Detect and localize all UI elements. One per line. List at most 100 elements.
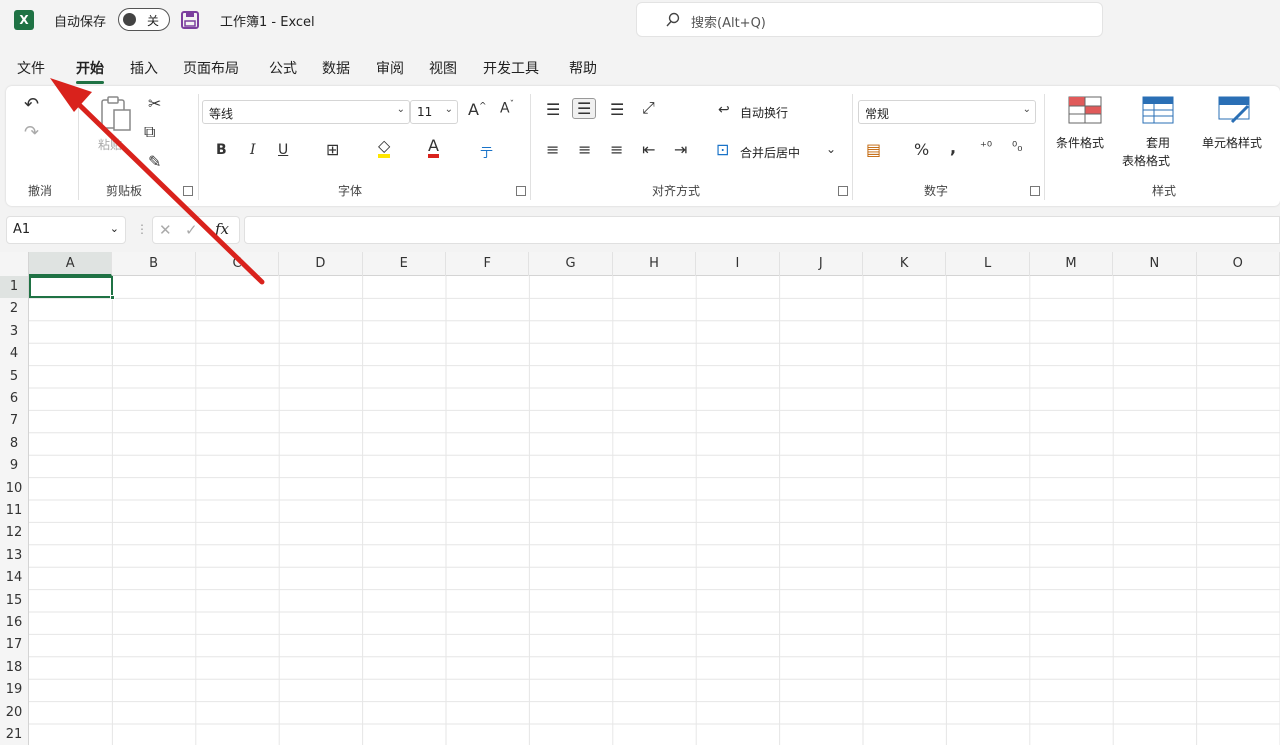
row-header-4[interactable]: 4	[0, 343, 29, 366]
column-header-i[interactable]: I	[696, 252, 780, 276]
tab-home[interactable]: 开始	[76, 58, 104, 84]
row-header-8[interactable]: 8	[0, 432, 29, 456]
row-header-20[interactable]: 20	[0, 701, 29, 724]
column-header-m[interactable]: M	[1030, 252, 1114, 276]
align-center-icon[interactable]: ≡	[578, 140, 591, 159]
row-header-10[interactable]: 10	[0, 477, 29, 500]
cancel-icon[interactable]: ✕	[159, 221, 172, 239]
row-header-18[interactable]: 18	[0, 656, 29, 680]
row-header-5[interactable]: 5	[0, 365, 29, 388]
row-header-21[interactable]: 21	[0, 724, 29, 745]
redo-icon[interactable]: ↷	[24, 122, 39, 143]
decrease-decimal-icon[interactable]: ⁰₀	[1012, 140, 1022, 155]
format-table-label-2[interactable]: 表格格式	[1122, 152, 1170, 169]
align-right-icon[interactable]: ≡	[610, 140, 623, 159]
number-format-select[interactable]: 常规 ⌄	[858, 100, 1036, 124]
row-header-11[interactable]: 11	[0, 500, 29, 523]
increase-decimal-icon[interactable]: ⁺⁰	[980, 140, 992, 155]
format-painter-icon[interactable]: ✎	[148, 152, 161, 171]
column-header-g[interactable]: G	[529, 252, 613, 276]
font-color-icon[interactable]: A	[428, 138, 439, 158]
alignment-launcher-icon[interactable]	[838, 186, 848, 196]
tab-help[interactable]: 帮助	[569, 58, 597, 78]
column-header-j[interactable]: J	[780, 252, 863, 276]
italic-button[interactable]: I	[250, 142, 256, 158]
row-header-14[interactable]: 14	[0, 567, 29, 590]
format-table-label-1[interactable]: 套用	[1146, 134, 1170, 151]
wrap-text-button[interactable]: 自动换行	[740, 104, 788, 121]
phonetic-icon[interactable]: 亍	[480, 142, 493, 161]
underline-button[interactable]: U	[278, 142, 288, 158]
cut-icon[interactable]: ✂	[148, 94, 161, 113]
column-header-e[interactable]: E	[363, 252, 446, 276]
comma-button[interactable]: ,	[950, 138, 956, 157]
column-header-a[interactable]: A	[29, 252, 113, 276]
cell-styles-icon[interactable]	[1218, 96, 1252, 124]
conditional-format-icon[interactable]	[1068, 96, 1102, 124]
number-launcher-icon[interactable]	[1030, 186, 1040, 196]
increase-font-icon[interactable]: A^	[468, 100, 487, 119]
column-header-n[interactable]: N	[1113, 252, 1197, 276]
paste-icon[interactable]	[96, 94, 136, 134]
column-header-d[interactable]: D	[279, 252, 363, 276]
column-header-o[interactable]: O	[1197, 252, 1280, 276]
formula-bar-drag-handle[interactable]: ⋮	[136, 222, 148, 236]
bold-button[interactable]: B	[216, 142, 227, 158]
row-header-17[interactable]: 17	[0, 634, 29, 657]
undo-icon[interactable]: ↶	[24, 94, 39, 115]
tab-view[interactable]: 视图	[429, 58, 457, 78]
currency-icon[interactable]: ▤	[866, 140, 881, 159]
enter-icon[interactable]: ✓	[185, 221, 198, 239]
increase-indent-icon[interactable]: ⇥	[674, 140, 687, 159]
tab-review[interactable]: 审阅	[376, 58, 404, 78]
font-name-select[interactable]: 等线 ⌄	[202, 100, 410, 124]
tab-page-layout[interactable]: 页面布局	[183, 58, 239, 78]
tab-formulas[interactable]: 公式	[269, 58, 297, 78]
cell-area[interactable]	[29, 276, 1280, 745]
row-header-19[interactable]: 19	[0, 679, 29, 702]
percent-button[interactable]: %	[914, 140, 929, 159]
format-as-table-icon[interactable]	[1142, 96, 1176, 124]
row-header-16[interactable]: 16	[0, 612, 29, 635]
fill-color-icon[interactable]: ◇	[378, 138, 391, 158]
column-header-h[interactable]: H	[613, 252, 697, 276]
save-icon[interactable]	[180, 10, 200, 30]
align-bottom-icon[interactable]: ☰	[610, 100, 624, 119]
autosave-toggle[interactable]: 关	[118, 8, 170, 31]
row-header-12[interactable]: 12	[0, 522, 29, 545]
column-header-l[interactable]: L	[946, 252, 1030, 276]
font-size-select[interactable]: 11 ⌄	[410, 100, 458, 124]
font-launcher-icon[interactable]	[516, 186, 526, 196]
row-header-15[interactable]: 15	[0, 589, 29, 612]
search-box[interactable]: 搜索(Alt+Q)	[636, 2, 1103, 37]
fill-handle[interactable]	[110, 295, 115, 300]
row-header-6[interactable]: 6	[0, 388, 29, 411]
row-header-9[interactable]: 9	[0, 455, 29, 478]
column-header-c[interactable]: C	[196, 252, 280, 276]
cell-styles-button[interactable]: 单元格样式	[1202, 134, 1262, 151]
select-all-corner[interactable]	[0, 252, 29, 276]
tab-insert[interactable]: 插入	[130, 58, 158, 78]
row-header-7[interactable]: 7	[0, 410, 29, 433]
row-header-1[interactable]: 1	[0, 276, 29, 299]
decrease-indent-icon[interactable]: ⇤	[642, 140, 655, 159]
insert-function-icon[interactable]: fx	[215, 220, 229, 238]
row-header-13[interactable]: 13	[0, 544, 29, 568]
active-cell[interactable]	[29, 276, 113, 298]
conditional-format-button[interactable]: 条件格式	[1056, 134, 1104, 151]
align-top-icon[interactable]: ☰	[546, 100, 560, 119]
tab-developer[interactable]: 开发工具	[483, 58, 539, 78]
column-header-k[interactable]: K	[863, 252, 947, 276]
row-header-2[interactable]: 2	[0, 298, 29, 321]
merge-center-button[interactable]: 合并后居中	[740, 144, 800, 161]
orientation-icon[interactable]: ⤢	[642, 98, 655, 118]
decrease-font-icon[interactable]: Aˇ	[500, 100, 514, 117]
borders-icon[interactable]: ⊞	[326, 140, 339, 159]
align-middle-icon[interactable]: ☰	[572, 98, 597, 119]
column-header-f[interactable]: F	[446, 252, 530, 276]
tab-data[interactable]: 数据	[322, 58, 350, 78]
row-header-3[interactable]: 3	[0, 320, 29, 344]
align-left-icon[interactable]: ≡	[546, 140, 559, 159]
clipboard-launcher-icon[interactable]	[183, 186, 193, 196]
merge-center-icon[interactable]: ⊡	[716, 140, 729, 159]
